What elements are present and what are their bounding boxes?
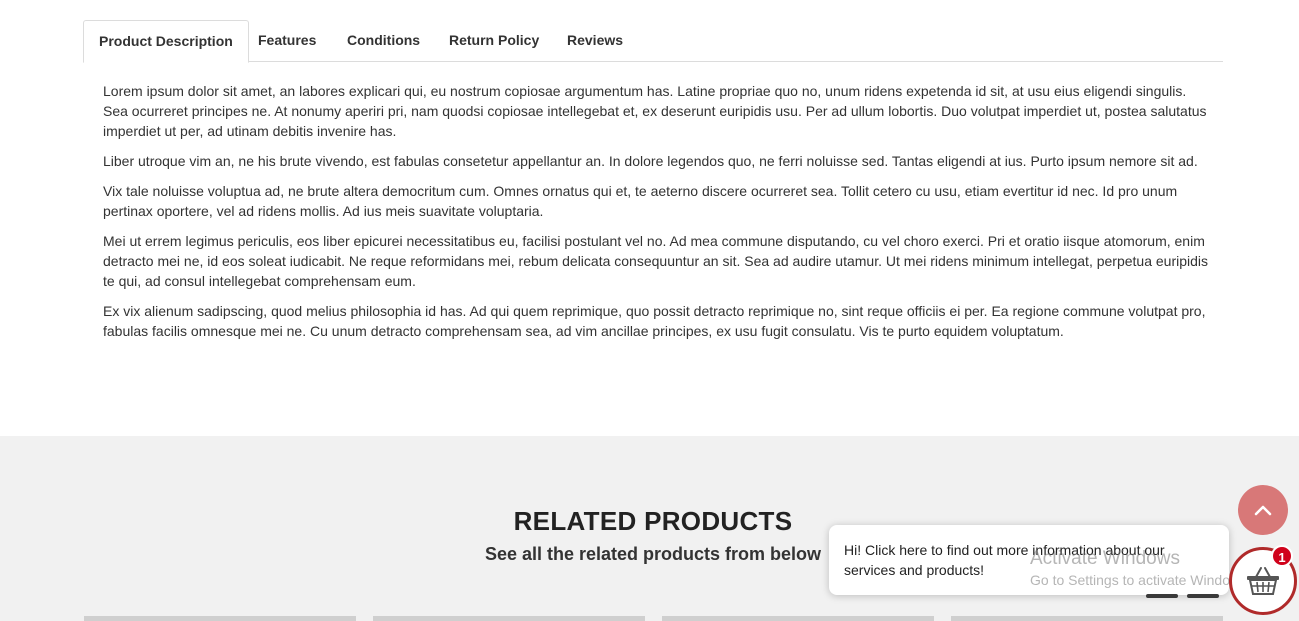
tab-product-description[interactable]: Product Description (83, 20, 249, 63)
product-card[interactable] (373, 616, 645, 621)
product-description-panel: Lorem ipsum dolor sit amet, an labores e… (103, 81, 1213, 351)
product-tabs: Product Description Features Conditions … (83, 20, 1223, 63)
product-card[interactable] (951, 616, 1223, 621)
tab-features[interactable]: Features (243, 20, 331, 62)
description-paragraph: Liber utroque vim an, ne his brute viven… (103, 153, 1198, 169)
description-paragraph: Mei ut errem legimus periculis, eos libe… (103, 233, 1209, 289)
tab-conditions[interactable]: Conditions (332, 20, 435, 62)
carousel-prev-button[interactable] (1146, 594, 1178, 598)
tab-reviews[interactable]: Reviews (552, 20, 638, 62)
chevron-up-icon (1254, 505, 1272, 516)
chat-popup[interactable]: Hi! Click here to find out more informat… (829, 525, 1229, 595)
chat-message: Hi! Click here to find out more informat… (844, 542, 1165, 578)
carousel-next-button[interactable] (1187, 594, 1219, 598)
description-paragraph: Ex vix alienum sadipscing, quod melius p… (103, 303, 1206, 339)
cart-count-badge: 1 (1271, 545, 1293, 567)
description-paragraph: Vix tale noluisse voluptua ad, ne brute … (103, 183, 1178, 219)
basket-icon (1247, 567, 1279, 595)
product-card[interactable] (84, 616, 356, 621)
description-paragraph: Lorem ipsum dolor sit amet, an labores e… (103, 83, 1207, 139)
product-card[interactable] (662, 616, 934, 621)
tab-return-policy[interactable]: Return Policy (434, 20, 554, 62)
scroll-top-button[interactable] (1238, 485, 1288, 535)
